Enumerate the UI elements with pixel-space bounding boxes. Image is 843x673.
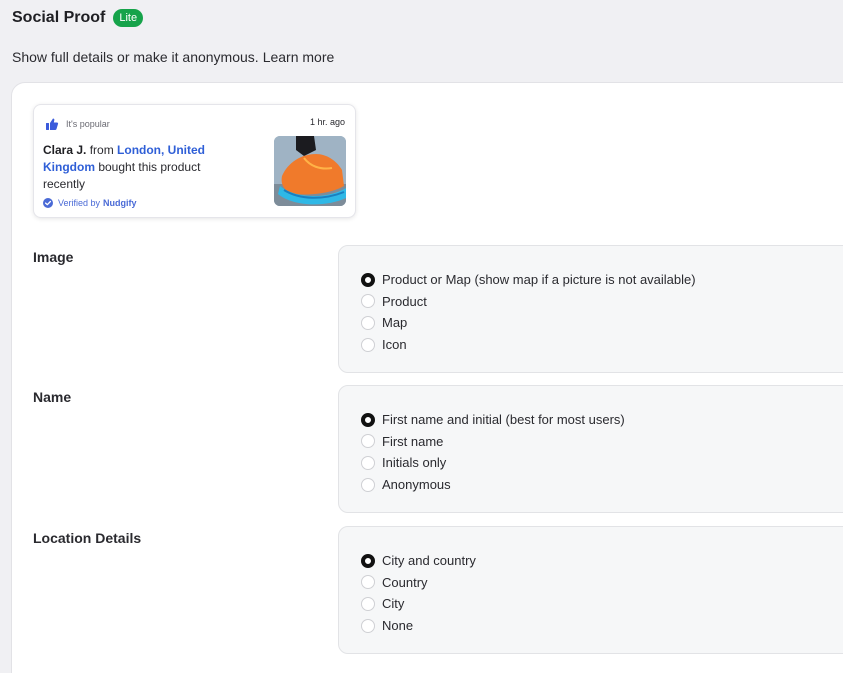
subtitle-text: Show full details or make it anonymous. (12, 49, 259, 65)
page-header: Social Proof Lite (12, 9, 144, 27)
name-option-first-name[interactable]: First name (361, 431, 625, 453)
preview-from: from (86, 143, 118, 157)
option-label: City and country (382, 553, 476, 569)
location-label: Location Details (33, 530, 142, 546)
verified-check-icon (43, 198, 53, 208)
radio-selected[interactable] (361, 412, 375, 427)
image-option-product[interactable]: Product (361, 291, 696, 313)
image-option-product-or-map[interactable]: Product or Map (show map if a picture is… (361, 269, 696, 291)
preview-message: Clara J. from London, United Kingdom bou… (43, 142, 243, 193)
name-options: First name and initial (best for most us… (338, 385, 843, 513)
radio[interactable] (361, 477, 375, 492)
preview-name: Clara J. (43, 143, 87, 157)
notification-preview: It's popular 1 hr. ago Clara J. from Lon… (33, 104, 356, 218)
location-option-city[interactable]: City (361, 593, 476, 615)
product-image (274, 136, 346, 206)
location-option-country[interactable]: Country (361, 572, 476, 594)
name-label: Name (33, 389, 72, 405)
radio[interactable] (361, 434, 375, 449)
option-label: Product or Map (show map if a picture is… (382, 272, 696, 288)
option-label: Country (382, 574, 428, 590)
verified-line: Verified by Nudgify (43, 198, 137, 208)
name-option-anonymous[interactable]: Anonymous (361, 474, 625, 496)
brand-name: Nudgify (103, 198, 137, 208)
option-label: Anonymous (382, 477, 451, 493)
name-option-first-and-initial[interactable]: First name and initial (best for most us… (361, 409, 625, 431)
page-subtitle: Show full details or make it anonymous. … (12, 49, 334, 65)
verified-prefix: Verified by (58, 198, 101, 208)
radio[interactable] (361, 455, 375, 470)
image-option-icon[interactable]: Icon (361, 334, 696, 356)
radio-selected[interactable] (361, 553, 375, 568)
option-label: Map (382, 315, 408, 331)
settings-panel: It's popular 1 hr. ago Clara J. from Lon… (11, 82, 843, 673)
option-label: Initials only (382, 455, 447, 471)
thumbs-up-icon (45, 117, 59, 131)
location-options: City and country Country City None (338, 526, 843, 654)
radio[interactable] (361, 596, 375, 611)
radio-selected[interactable] (361, 272, 375, 287)
option-label: Icon (382, 337, 407, 353)
radio[interactable] (361, 337, 375, 352)
preview-time: 1 hr. ago (309, 117, 345, 127)
preview-tag: It's popular (66, 119, 110, 129)
preview-header: It's popular (45, 117, 110, 131)
option-label: Product (382, 293, 427, 309)
location-option-none[interactable]: None (361, 615, 476, 637)
plan-badge: Lite (113, 9, 144, 27)
location-option-city-and-country[interactable]: City and country (361, 550, 476, 572)
image-option-map[interactable]: Map (361, 312, 696, 334)
option-label: First name (382, 433, 444, 449)
radio[interactable] (361, 575, 375, 590)
radio[interactable] (361, 294, 375, 309)
option-label: First name and initial (best for most us… (382, 412, 625, 428)
image-options: Product or Map (show map if a picture is… (338, 245, 843, 373)
learn-more-link[interactable]: Learn more (263, 49, 335, 65)
radio[interactable] (361, 618, 375, 633)
page-title: Social Proof (12, 9, 106, 26)
name-option-initials[interactable]: Initials only (361, 452, 625, 474)
option-label: None (382, 618, 414, 634)
image-label: Image (33, 249, 74, 265)
radio[interactable] (361, 315, 375, 330)
option-label: City (382, 596, 405, 612)
